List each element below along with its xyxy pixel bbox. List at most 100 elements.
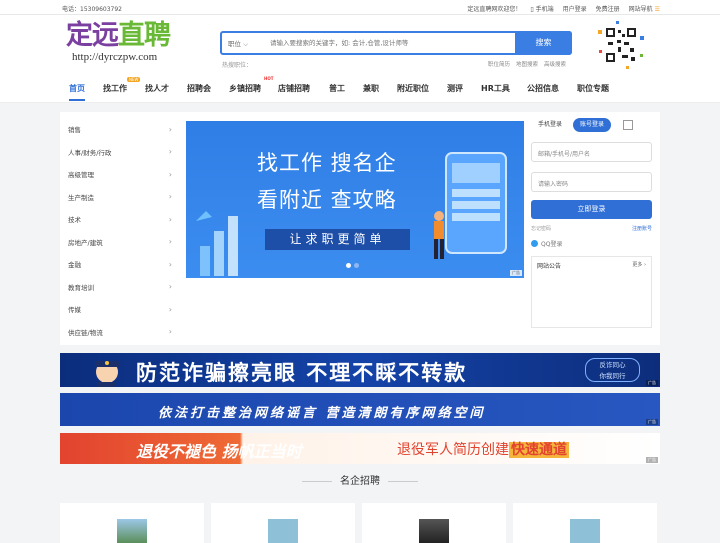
nav-home[interactable]: 首页 xyxy=(69,83,85,94)
ad-banner-anti-fraud[interactable]: 防范诈骗擦亮眼 不理不睬不转款 反诈同心 你我同行 广告 xyxy=(60,353,660,387)
phone-number: 电话：15309603792 xyxy=(62,6,122,13)
chevron-right-icon: › xyxy=(168,124,172,134)
ad-text-2: 退役军人简历创建 快速通道 xyxy=(397,442,569,458)
category-item[interactable]: 人事/财务/行政 › xyxy=(68,141,172,164)
chevron-right-icon: › xyxy=(168,237,172,247)
site-nav-link[interactable]: 网站导航 ☰ xyxy=(629,4,660,13)
police-mascot-icon xyxy=(95,361,119,387)
nav-find-job[interactable]: 找工作 xyxy=(103,83,127,94)
category-item[interactable]: 金融 › xyxy=(68,253,172,276)
notice-title: 网站公告 xyxy=(537,263,562,270)
company-card[interactable] xyxy=(60,503,204,543)
hot-search-label: 热搜职位： xyxy=(222,62,253,69)
category-item[interactable]: 生产制造 › xyxy=(68,186,172,209)
chevron-right-icon: › xyxy=(168,259,172,269)
ad-text: 防范诈骗擦亮眼 不理不睬不转款 xyxy=(136,361,468,385)
ad-banner-rumor[interactable]: 依法打击整治网络谣言 营造清朗有序网络空间 广告 xyxy=(60,393,660,426)
login-panel: 手机登录 账号登录 邮箱/手机号/用户名 请输入密码 立即登录 忘记密码 注册账… xyxy=(531,118,652,328)
qq-login[interactable]: QQ登录 xyxy=(531,239,652,248)
search-button[interactable]: 搜索 xyxy=(515,31,572,55)
new-badge: NEW xyxy=(127,77,141,82)
chevron-down-icon: ⌵ xyxy=(243,40,249,48)
nav-active-underline xyxy=(69,99,85,101)
category-item[interactable]: 供应链/物流 › xyxy=(68,321,172,344)
notice-box: 网站公告 更多 › xyxy=(531,256,652,328)
ad-text: 退役不褪色 扬帆正当时 xyxy=(136,442,302,461)
search-box: 职位 ⌵ 搜索 xyxy=(220,31,572,55)
company-logo xyxy=(117,519,147,543)
nav-town-jobs[interactable]: 乡镇招聘 xyxy=(229,83,261,94)
top-bar: 电话：15309603792 定远直聘网欢迎您！ ▯ 手机端 用户登录 免费注册… xyxy=(0,0,720,15)
chevron-right-icon: › xyxy=(168,214,172,224)
chevron-right-icon: › xyxy=(168,192,172,202)
category-item[interactable]: 房地产/建筑 › xyxy=(68,231,172,254)
nav-part-time[interactable]: 兼职 xyxy=(363,83,379,94)
chevron-right-icon: › xyxy=(168,282,172,292)
tab-mobile-login[interactable]: 手机登录 xyxy=(531,118,569,132)
resume-search-link[interactable]: 职位简历 xyxy=(488,60,510,68)
chevron-right-icon: › xyxy=(168,304,172,314)
company-card[interactable] xyxy=(513,503,657,543)
nav-job-fair[interactable]: 招聘会 xyxy=(187,83,211,94)
nav-job-topics[interactable]: 职位专题 xyxy=(577,83,609,94)
ad-banner-veterans[interactable]: 退役不褪色 扬帆正当时 退役军人简历创建 快速通道 广告 xyxy=(60,433,660,464)
login-button[interactable]: 立即登录 xyxy=(531,200,652,219)
banner-line-2: 看附近 查攻略 xyxy=(257,188,397,212)
search-input[interactable] xyxy=(270,33,514,53)
company-card[interactable] xyxy=(362,503,506,543)
qq-icon xyxy=(531,240,538,247)
password-field[interactable]: 请输入密码 xyxy=(531,172,652,192)
nav-hr-tools[interactable]: HR工具 xyxy=(481,83,510,94)
menu-icon: ☰ xyxy=(654,6,660,13)
welcome-text: 定远直聘网欢迎您！ xyxy=(467,6,522,13)
banner-slogan: 让求职更简单 xyxy=(265,229,410,250)
company-logo xyxy=(419,519,449,543)
mobile-link[interactable]: ▯ 手机端 xyxy=(530,4,553,13)
tab-account-login[interactable]: 账号登录 xyxy=(573,118,612,132)
register-link[interactable]: 免费注册 xyxy=(596,4,620,13)
username-field[interactable]: 邮箱/手机号/用户名 xyxy=(531,142,652,162)
qr-code-icon xyxy=(598,21,644,69)
ad-tag: 广告 xyxy=(646,380,658,386)
qr-login-icon[interactable] xyxy=(623,120,634,130)
nav-shop-jobs[interactable]: 店铺招聘 xyxy=(278,83,310,94)
notice-more-link[interactable]: 更多 › xyxy=(632,261,646,268)
section-title: 名企招聘 xyxy=(0,472,720,487)
advanced-search-link[interactable]: 高级搜索 xyxy=(544,60,566,68)
nav-public-recruit[interactable]: 公招信息 xyxy=(527,83,559,94)
main-nav: 首页 找工作 找人才 招聘会 乡镇招聘 店铺招聘 普工 兼职 附近职位 测评 H… xyxy=(0,75,720,103)
carousel-dots[interactable] xyxy=(346,263,359,268)
hot-badge: HOT xyxy=(264,76,274,81)
forgot-password-link[interactable]: 忘记密码 xyxy=(531,225,551,232)
site-logo[interactable]: 定远直聘 http://dyrczpw.com xyxy=(66,22,208,68)
nav-general-labor[interactable]: 普工 xyxy=(329,83,345,94)
company-logo xyxy=(570,519,600,543)
category-item[interactable]: 高级管理 › xyxy=(68,163,172,186)
search-type-select[interactable]: 职位 ⌵ xyxy=(228,38,248,49)
category-item[interactable]: 传媒 › xyxy=(68,298,172,321)
main-panel: 销售 › 人事/财务/行政 › 高级管理 › 生产制造 › 技术 › 房地产/建筑 › 金融… xyxy=(60,112,660,345)
chevron-right-icon: › xyxy=(168,169,172,179)
ad-text: 依法打击整治网络谣言 营造清朗有序网络空间 xyxy=(158,406,486,421)
register-account-link[interactable]: 注册账号 xyxy=(632,225,652,232)
header: 定远直聘 http://dyrczpw.com 职位 ⌵ 搜索 热搜职位： 职位… xyxy=(0,15,720,75)
company-card[interactable] xyxy=(211,503,355,543)
category-item[interactable]: 技术 › xyxy=(68,208,172,231)
company-logo xyxy=(268,519,298,543)
category-item[interactable]: 教育培训 › xyxy=(68,276,172,299)
ad-tag: 广告 xyxy=(646,419,658,425)
chevron-right-icon: › xyxy=(168,147,172,157)
banner-line-1: 找工作 搜名企 xyxy=(257,151,397,175)
user-login-link[interactable]: 用户登录 xyxy=(563,4,587,13)
nav-find-talent[interactable]: 找人才 xyxy=(145,83,169,94)
anti-fraud-badge: 反诈同心 你我同行 xyxy=(585,358,640,382)
logo-url: http://dyrczpw.com xyxy=(72,51,158,63)
nav-assessment[interactable]: 测评 xyxy=(447,83,463,94)
category-list: 销售 › 人事/财务/行政 › 高级管理 › 生产制造 › 技术 › 房地产/建筑 › 金融… xyxy=(68,118,172,343)
ad-tag: 广告 xyxy=(510,270,522,276)
map-search-link[interactable]: 地图搜索 xyxy=(516,60,538,68)
chevron-right-icon: › xyxy=(168,327,172,337)
nav-nearby-jobs[interactable]: 附近职位 xyxy=(397,83,429,94)
hero-banner[interactable]: 找工作 搜名企 看附近 查攻略 让求职更简单 广告 xyxy=(186,121,524,278)
category-item[interactable]: 销售 › xyxy=(68,118,172,141)
